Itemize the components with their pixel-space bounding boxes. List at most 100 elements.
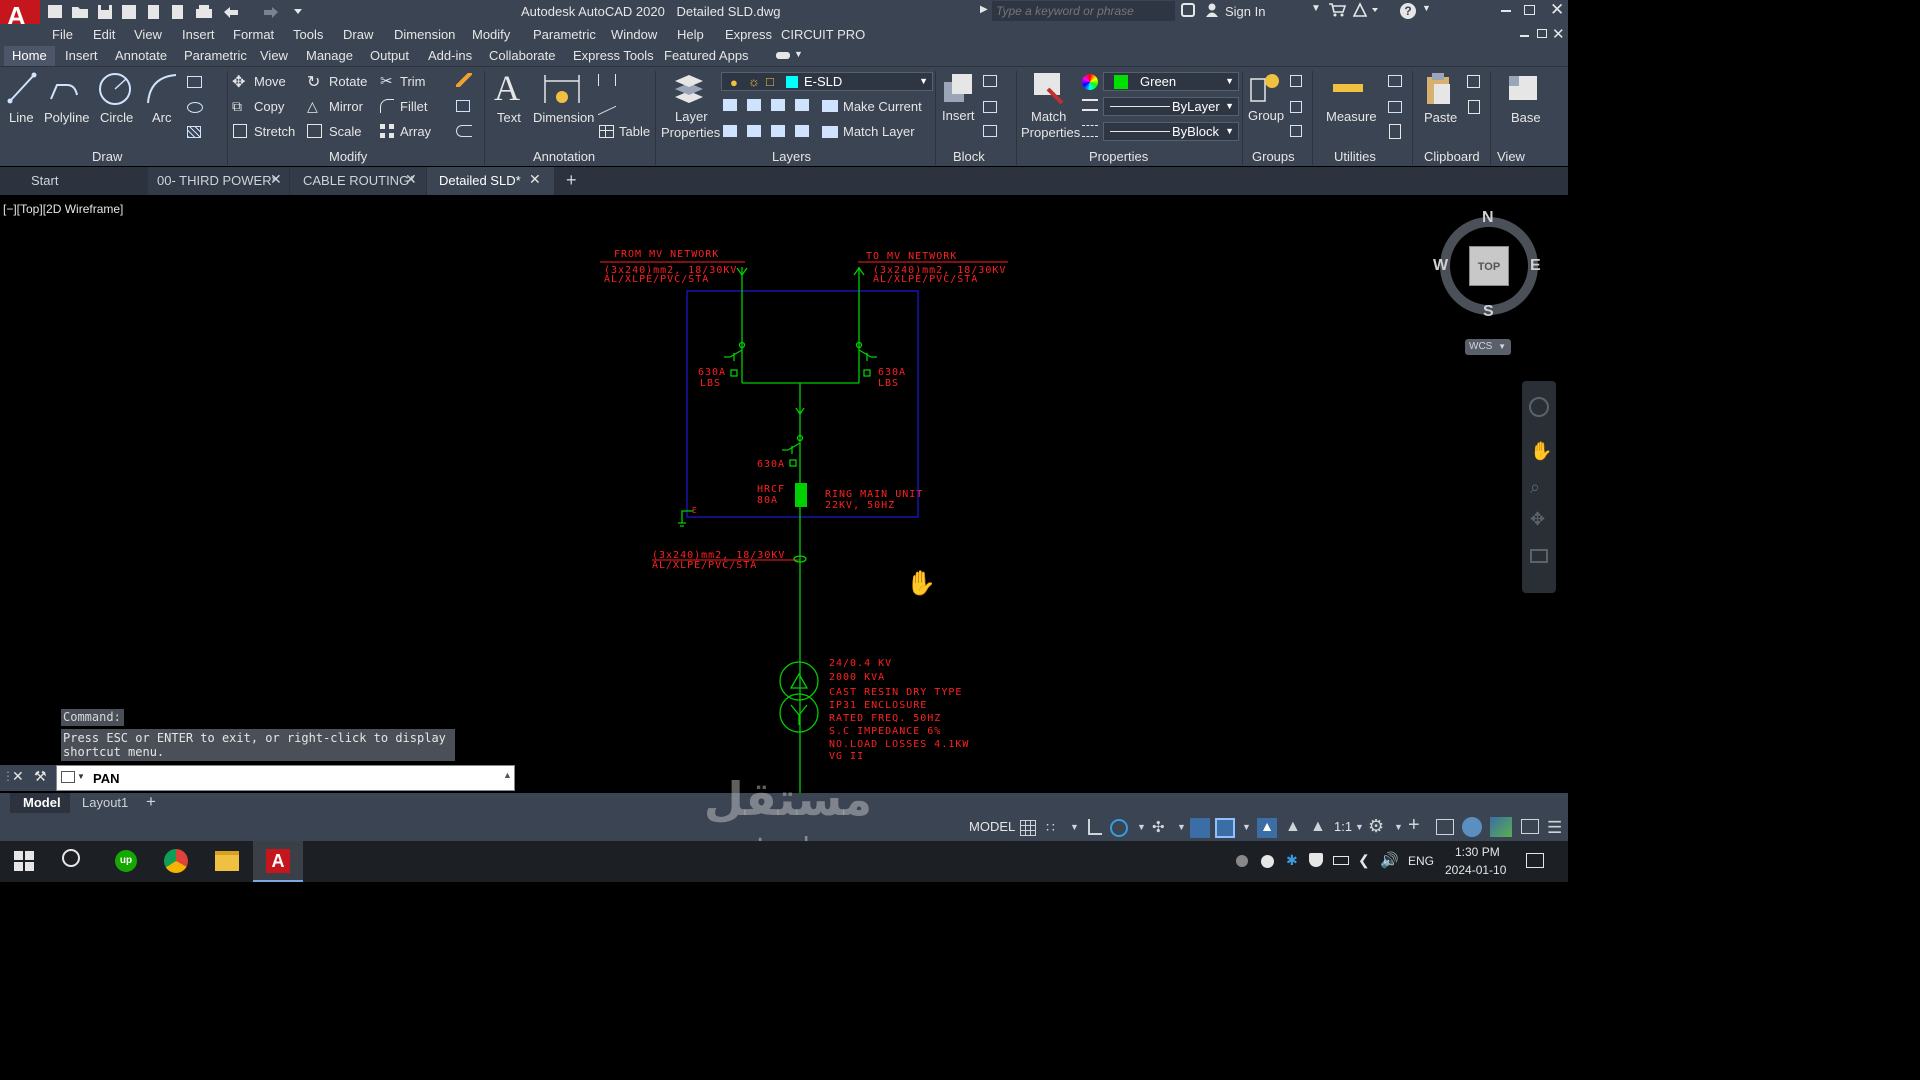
command-history-toggle-icon[interactable]: ▲ [503, 770, 512, 780]
properties-panel-title[interactable]: Properties [1089, 149, 1148, 164]
linetype-dropdown[interactable]: ByLayer ▼ [1103, 97, 1239, 116]
search-expand-icon[interactable]: ▶ [980, 4, 988, 15]
explode-icon[interactable] [456, 100, 470, 112]
chrome-icon[interactable] [164, 849, 188, 873]
battery-icon[interactable] [1333, 856, 1349, 865]
edit-block-icon[interactable] [983, 101, 997, 113]
chevron-down-icon[interactable]: ▼ [1137, 822, 1146, 832]
command-input[interactable]: PAN [93, 771, 119, 786]
clock-date[interactable]: 2024-01-10 [1445, 863, 1506, 877]
copy-button[interactable]: Copy [254, 99, 284, 114]
orbit-icon[interactable]: ✥ [1530, 509, 1545, 530]
close-tab-icon[interactable]: ✕ [529, 171, 541, 188]
chevron-down-icon[interactable]: ▼ [1070, 822, 1079, 832]
match-properties-label-2[interactable]: Properties [1021, 125, 1080, 140]
pan-icon[interactable]: ✋ [1530, 441, 1552, 462]
a360-icon[interactable] [1352, 2, 1378, 21]
chevron-down-icon[interactable]: ▼ [1355, 822, 1364, 832]
arc-button[interactable]: Arc [152, 110, 172, 125]
menu-help[interactable]: Help [677, 27, 704, 42]
doc-minimize-icon[interactable] [1520, 35, 1529, 37]
close-icon[interactable]: ✕ [1550, 0, 1564, 20]
circle-button[interactable]: Circle [100, 110, 133, 125]
menu-tools[interactable]: Tools [293, 27, 323, 42]
doc-close-icon[interactable]: ✕ [1552, 25, 1565, 43]
menu-window[interactable]: Window [611, 27, 657, 42]
layer-properties-label-1[interactable]: Layer [675, 109, 708, 124]
tab-third-power[interactable]: 00- THIRD POWER* ✕ [148, 167, 289, 195]
showmotion-icon[interactable] [1530, 549, 1548, 563]
move-button[interactable]: Move [254, 74, 286, 89]
trim-button[interactable]: Trim [400, 74, 426, 89]
ellipse-icon[interactable] [187, 102, 203, 113]
menu-dimension[interactable]: Dimension [394, 27, 455, 42]
search-icon[interactable] [62, 849, 80, 867]
tab-output[interactable]: Output [370, 48, 409, 63]
annotation-scale-icon[interactable]: ▲ [1310, 818, 1326, 836]
compass-west[interactable]: W [1433, 257, 1448, 275]
array-button[interactable]: Array [400, 124, 431, 139]
tab-detailed-sld[interactable]: Detailed SLD* ✕ [427, 167, 554, 195]
color-dropdown[interactable]: Green ▼ [1103, 72, 1239, 91]
insert-button[interactable]: Insert [942, 108, 975, 123]
search-input[interactable] [992, 1, 1175, 21]
chevron-down-icon[interactable]: ▼ [1242, 822, 1251, 832]
text-button[interactable]: Text [497, 110, 521, 125]
menu-file[interactable]: File [52, 27, 73, 42]
autocad-taskbar-button[interactable]: A [253, 841, 303, 882]
utilities-panel-title[interactable]: Utilities [1334, 149, 1376, 164]
table-button[interactable]: Table [619, 124, 650, 139]
layer-tools-icons[interactable] [723, 99, 815, 111]
help-icon[interactable]: ? [1400, 3, 1416, 19]
stretch-button[interactable]: Stretch [254, 124, 295, 139]
menu-circuit-pro[interactable]: CIRCUIT PRO [781, 27, 865, 42]
tab-view[interactable]: View [260, 48, 288, 63]
block-attribute-icon[interactable] [983, 125, 997, 137]
annotation-scale-value[interactable]: 1:1 [1334, 819, 1352, 834]
steering-wheel-icon[interactable] [1529, 397, 1549, 417]
upwork-icon[interactable]: up [115, 850, 137, 872]
ungroup-icon[interactable] [1290, 75, 1302, 87]
id-point-icon[interactable] [1388, 75, 1402, 87]
workspace-gear-icon[interactable]: ⚙ [1368, 816, 1384, 837]
layout-tab-model[interactable]: Model [10, 793, 70, 813]
group-select-icon[interactable] [1290, 125, 1302, 137]
group-edit-icon[interactable] [1290, 101, 1302, 113]
menu-modify[interactable]: Modify [472, 27, 510, 42]
menu-parametric[interactable]: Parametric [533, 27, 596, 42]
volume-icon[interactable]: 🔊 [1380, 851, 1399, 869]
command-prompt-icon[interactable] [61, 771, 75, 783]
hatch-icon[interactable] [187, 126, 201, 138]
chevron-down-icon[interactable]: ▼ [1394, 822, 1403, 832]
sign-in-link[interactable]: Sign In [1225, 4, 1265, 19]
grid-icon[interactable] [1020, 820, 1036, 836]
isolate-objects-icon[interactable] [1462, 817, 1482, 837]
customize-wrench-icon[interactable]: ⚒ [34, 768, 47, 785]
close-tab-icon[interactable]: ✕ [270, 171, 282, 188]
isodraft-icon[interactable]: ✣ [1152, 818, 1165, 836]
ortho-icon[interactable] [1088, 819, 1102, 835]
tab-start[interactable]: Start [0, 167, 147, 195]
viewcube[interactable]: TOP N S E W [1433, 209, 1542, 321]
menu-insert[interactable]: Insert [182, 27, 215, 42]
layout-tab-layout1[interactable]: Layout1 [82, 795, 128, 810]
input-language[interactable]: ENG [1408, 854, 1434, 868]
clipboard-panel-title[interactable]: Clipboard [1424, 149, 1480, 164]
menu-express[interactable]: Express [725, 27, 772, 42]
chevron-down-icon[interactable]: ▼ [1311, 3, 1321, 14]
tab-parametric[interactable]: Parametric [184, 48, 247, 63]
line-button[interactable]: Line [9, 110, 34, 125]
tab-collaborate[interactable]: Collaborate [489, 48, 556, 63]
make-current-button[interactable]: Make Current [843, 99, 922, 114]
quick-access-toolbar[interactable] [46, 2, 306, 22]
dimension-button[interactable]: Dimension [533, 110, 594, 125]
close-tab-icon[interactable]: ✕ [405, 171, 417, 188]
minimize-icon[interactable] [1501, 10, 1511, 12]
ribbon-toggle-dropdown-icon[interactable]: ▼ [794, 49, 803, 59]
new-tab-icon[interactable]: + [566, 170, 577, 191]
object-snap-icon[interactable] [1215, 818, 1235, 838]
match-properties-label-1[interactable]: Match [1031, 109, 1066, 124]
menu-view[interactable]: View [134, 27, 162, 42]
compass-south[interactable]: S [1483, 303, 1494, 321]
layer-tools-icons-2[interactable] [723, 125, 815, 137]
